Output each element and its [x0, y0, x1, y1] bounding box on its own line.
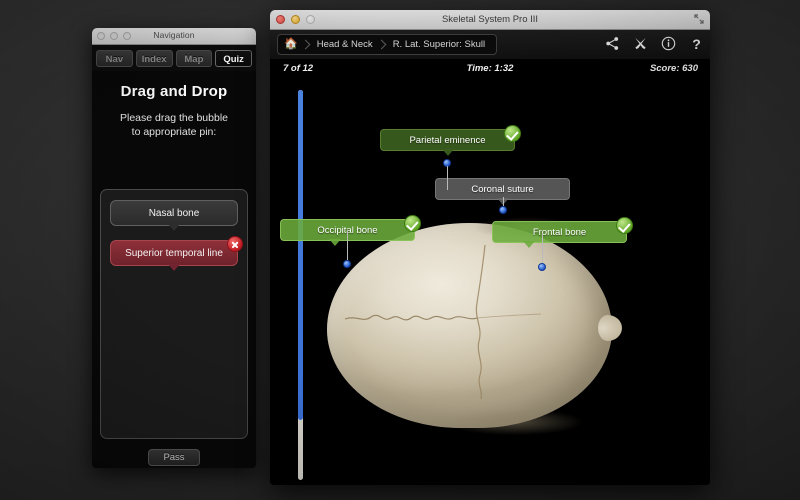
anatomy-viewport[interactable]: Parietal eminence Coronal suture Occipit…: [270, 80, 710, 485]
bubble-item-superior-temporal-line[interactable]: Superior temporal line: [110, 236, 243, 271]
tools-icon[interactable]: [633, 36, 648, 51]
tab-quiz[interactable]: Quiz: [215, 50, 252, 67]
quiz-button-group: Pass Quit Reset: [92, 449, 256, 468]
svg-text:?: ?: [692, 36, 701, 52]
skeletal-system-window: Skeletal System Pro III 🏠 Head & Neck R.…: [270, 10, 710, 485]
navigation-tabs: Nav Index Map Quiz: [92, 45, 256, 71]
navigation-window-title: Navigation: [153, 30, 195, 40]
layer-depth-slider[interactable]: [298, 90, 303, 480]
label-occipital-bone[interactable]: Occipital bone: [280, 215, 421, 246]
quiz-title: Drag and Drop: [120, 83, 228, 100]
bubble-nasal-bone[interactable]: Nasal bone: [110, 200, 238, 231]
navigation-titlebar[interactable]: Navigation: [92, 28, 256, 45]
bubble-superior-temporal-line[interactable]: Superior temporal line: [110, 236, 243, 271]
app-titlebar[interactable]: Skeletal System Pro III: [270, 10, 710, 30]
breadcrumb-view-label: R. Lat. Superior: Skull: [392, 39, 486, 50]
tab-map[interactable]: Map: [175, 50, 213, 67]
label-tail: [329, 239, 341, 246]
info-icon[interactable]: [661, 36, 676, 51]
pin-head-icon: [343, 260, 351, 268]
app-toolbar: 🏠 Head & Neck R. Lat. Superior: Skull ?: [270, 30, 710, 60]
quiz-instruction-line-1: Please drag the bubble: [120, 112, 228, 124]
bubble-superior-temporal-line-label: Superior temporal line: [125, 248, 223, 259]
quiz-instruction: Please drag the bubble to appropriate pi…: [100, 100, 248, 139]
check-badge-icon: [504, 125, 521, 142]
label-tail: [441, 149, 454, 156]
skull-suture-lines: [344, 244, 542, 400]
home-icon: 🏠: [284, 38, 298, 50]
pass-button[interactable]: Pass: [148, 449, 200, 466]
desktop-background: Navigation Nav Index Map Quiz Drag and D…: [0, 0, 800, 500]
check-badge-icon: [616, 217, 633, 234]
bubble-item-nasal-bone[interactable]: Nasal bone: [110, 200, 238, 231]
quiz-panel: Drag and Drop Please drag the bubble to …: [92, 71, 256, 468]
elapsed-time: Time: 1:32: [466, 63, 514, 74]
breadcrumb-home[interactable]: 🏠: [278, 35, 311, 54]
breadcrumb: 🏠 Head & Neck R. Lat. Superior: Skull: [277, 34, 498, 55]
navigation-window: Navigation Nav Index Map Quiz Drag and D…: [92, 28, 256, 468]
label-tail: [523, 241, 535, 248]
pin-head-icon: [499, 206, 507, 214]
x-badge-icon: [227, 236, 243, 252]
status-bar: 7 of 12 Time: 1:32 Score: 630: [270, 60, 710, 80]
breadcrumb-region-label: Head & Neck: [316, 39, 373, 50]
tab-index[interactable]: Index: [135, 50, 173, 67]
pin-needle: [346, 230, 348, 260]
quiz-instruction-line-2: to appropriate pin:: [131, 126, 217, 138]
app-window-title: Skeletal System Pro III: [441, 14, 539, 25]
bubble-tail: [168, 264, 180, 271]
slider-fill: [298, 90, 303, 420]
tab-nav[interactable]: Nav: [96, 50, 133, 67]
breadcrumb-region[interactable]: Head & Neck: [308, 35, 387, 54]
label-parietal-eminence-text: Parietal eminence: [409, 134, 486, 146]
check-badge-icon: [404, 215, 421, 232]
skull-specimen-image: [327, 217, 622, 435]
breadcrumb-view[interactable]: R. Lat. Superior: Skull: [384, 35, 496, 54]
help-icon[interactable]: ?: [689, 36, 704, 52]
pin-needle: [502, 197, 504, 206]
pin-needle: [446, 166, 448, 190]
label-frontal-bone[interactable]: Frontal bone: [492, 217, 633, 248]
pin-head-icon: [538, 263, 546, 271]
label-parietal-eminence[interactable]: Parietal eminence: [380, 125, 521, 156]
share-icon[interactable]: [605, 36, 620, 51]
fullscreen-icon[interactable]: [694, 14, 704, 24]
bubble-nasal-bone-label: Nasal bone: [148, 208, 200, 219]
bubble-tail: [168, 224, 180, 231]
quiz-bubble-panel: Nasal bone Superior temporal line: [100, 189, 248, 439]
label-coronal-suture-text: Coronal suture: [471, 183, 534, 195]
pin-needle: [541, 233, 543, 263]
toolbar-icon-group: ?: [605, 33, 704, 54]
score-display: Score: 630: [649, 63, 698, 74]
